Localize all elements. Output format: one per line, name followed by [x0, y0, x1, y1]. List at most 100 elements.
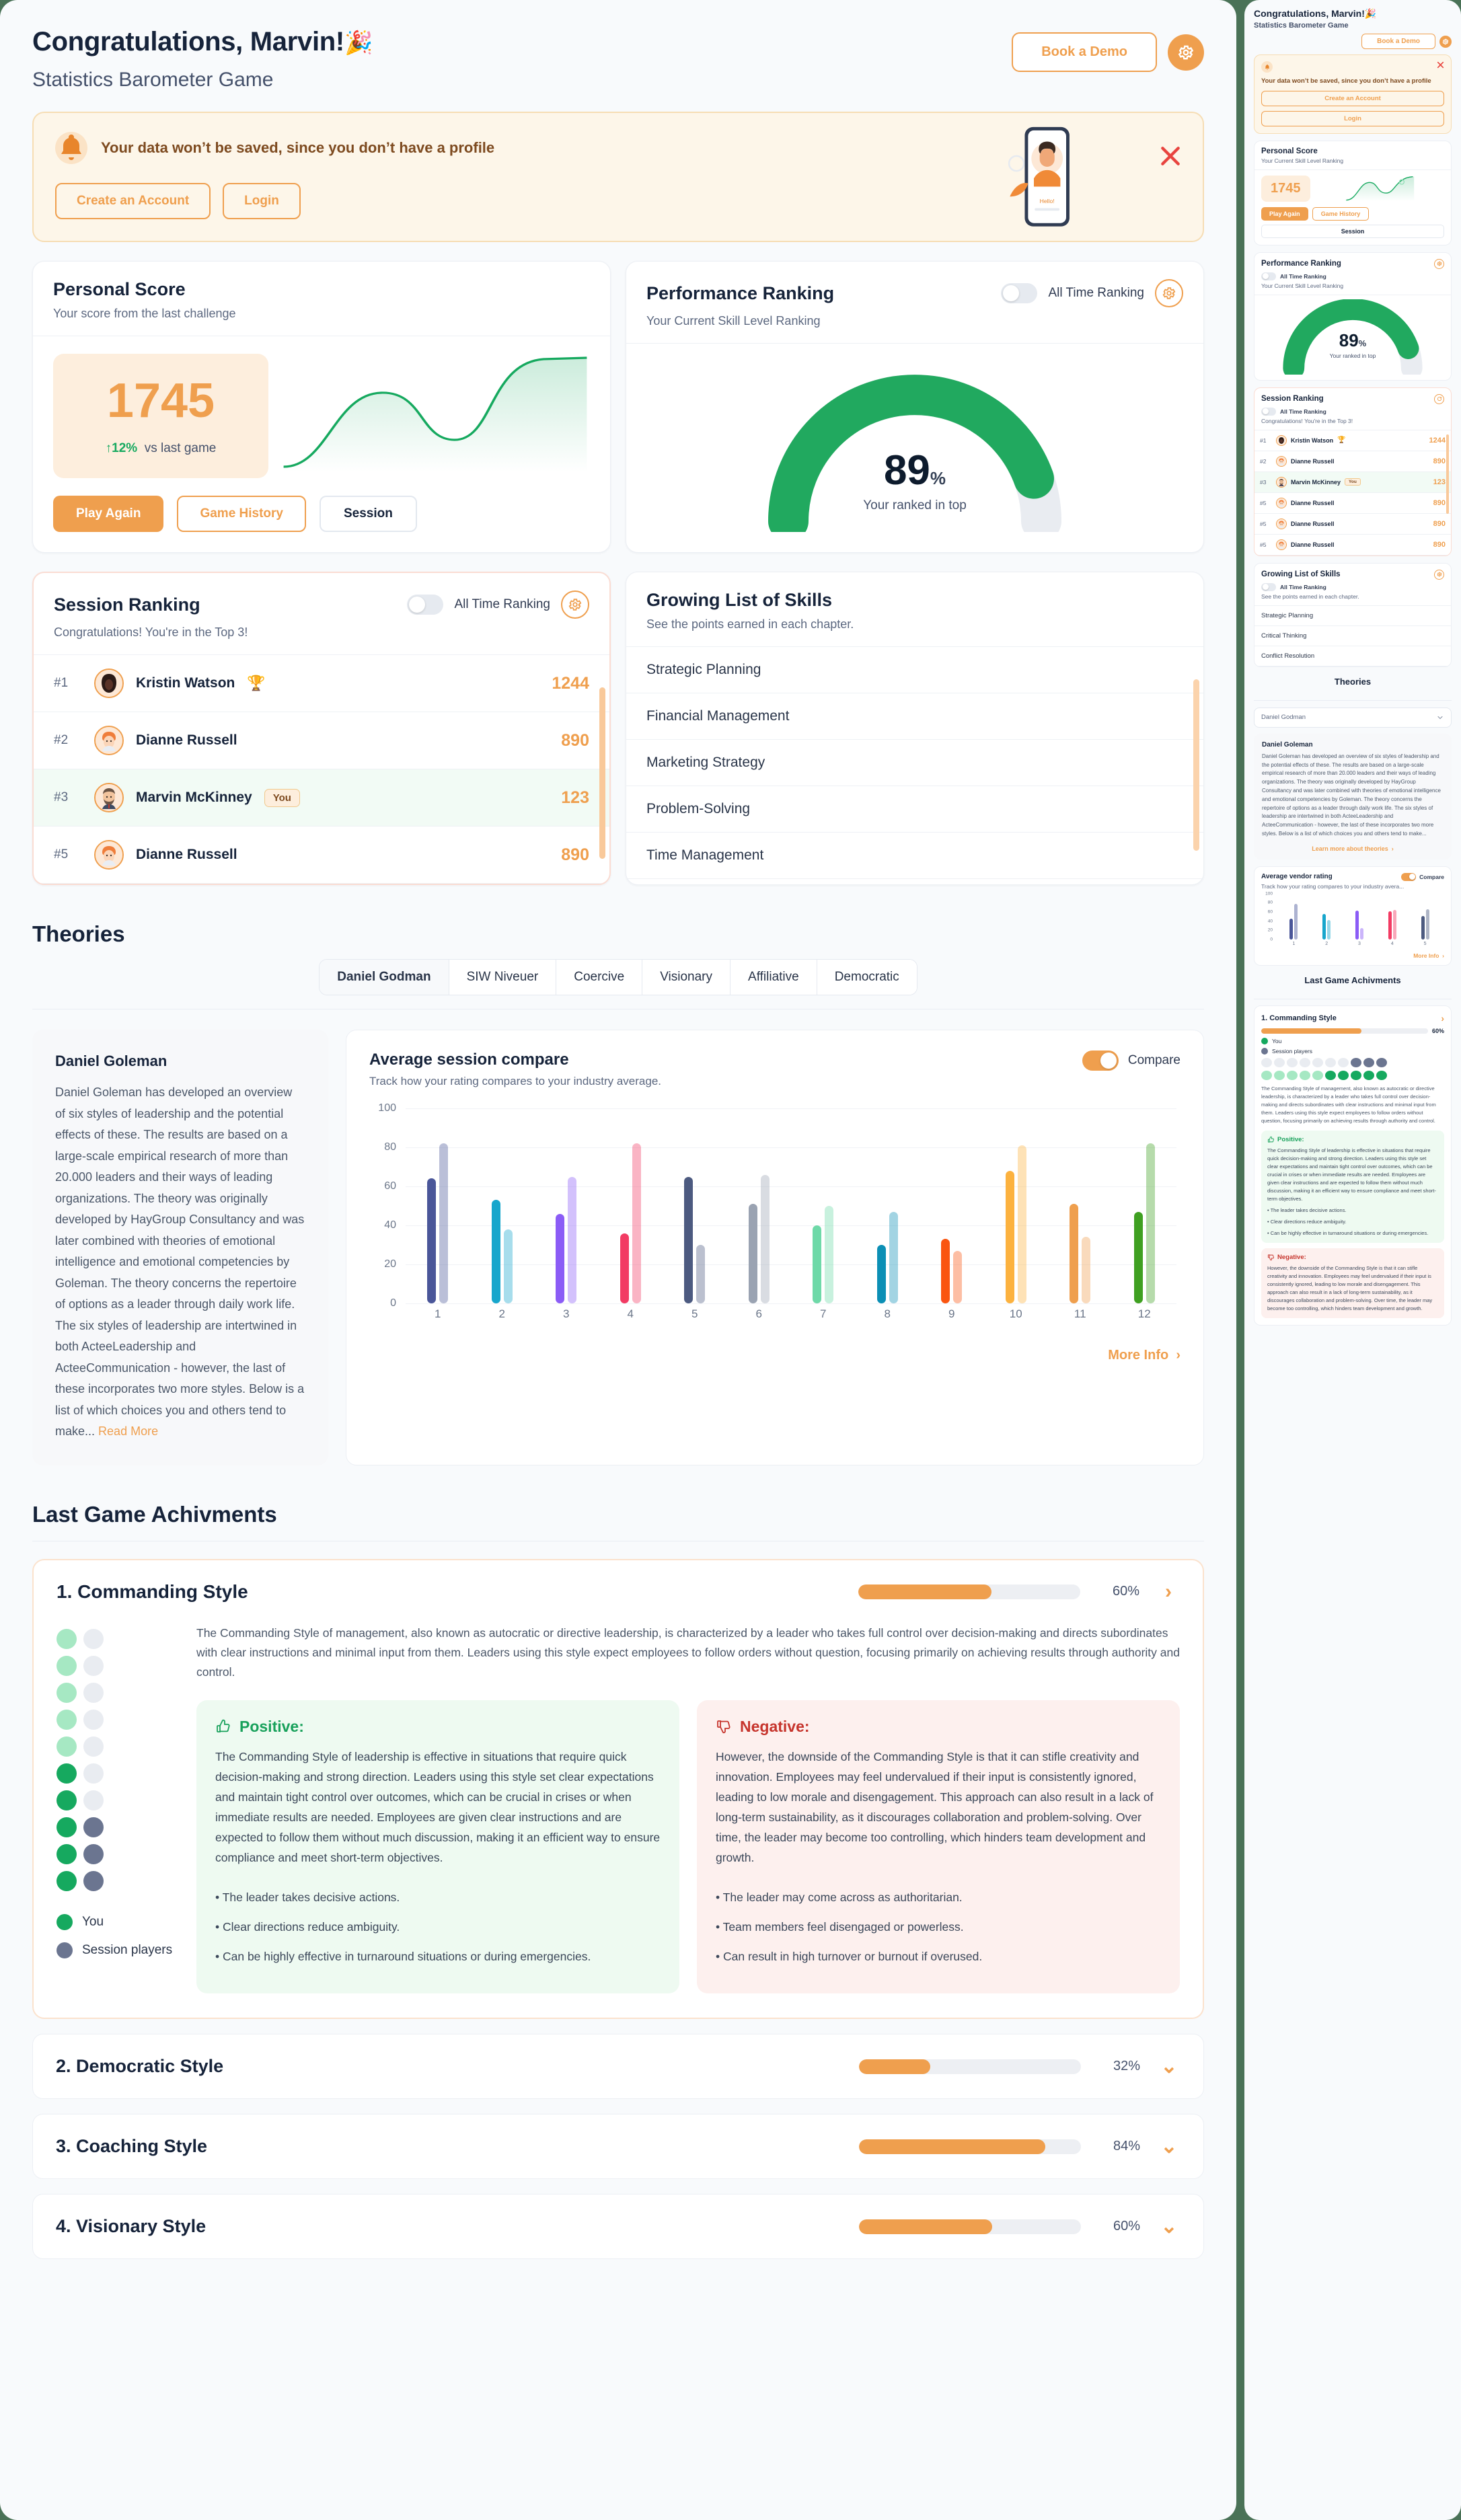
all-time-ranking-toggle[interactable]	[1001, 283, 1038, 303]
dot-player	[1274, 1057, 1285, 1067]
tab-siw-niveuer[interactable]: SIW Niveuer	[449, 960, 557, 995]
table-row[interactable]: #1 Kristin Watson 🏆 1244	[1254, 430, 1451, 451]
theory-select[interactable]: Daniel Godman	[1254, 707, 1452, 728]
achievement-header[interactable]: 1. Commanding Style 60% ›	[34, 1560, 1203, 1624]
close-icon[interactable]	[1436, 61, 1445, 69]
all-time-ranking-toggle[interactable]	[1261, 407, 1276, 416]
chevron-down-icon[interactable]: ⌄	[1158, 2055, 1181, 2078]
gear-icon[interactable]	[1434, 569, 1444, 580]
dot-row	[57, 1843, 178, 1864]
positive-panel: Positive: The Commanding Style of leader…	[196, 1700, 679, 1994]
table-row[interactable]: #3 Marvin McKinney You 123	[34, 769, 609, 827]
book-a-demo-button[interactable]: Book a Demo	[1012, 32, 1157, 72]
gear-icon[interactable]	[1434, 258, 1444, 269]
dot-you	[1351, 1070, 1361, 1080]
bar-average	[1359, 928, 1363, 940]
bar-average	[439, 1143, 449, 1303]
list-item[interactable]: Marketing Strategy	[626, 740, 1203, 786]
all-time-ranking-toggle[interactable]	[407, 595, 444, 615]
compare-toggle[interactable]	[1082, 1051, 1119, 1071]
avatar	[1276, 455, 1287, 467]
achievement-card-collapsed[interactable]: 2. Democratic Style 32% ⌄	[32, 2034, 1204, 2100]
create-account-button[interactable]: Create an Account	[55, 183, 211, 219]
login-button[interactable]: Login	[1261, 110, 1444, 126]
achievement-card-collapsed[interactable]: 4. Visionary Style 60% ⌄	[32, 2194, 1204, 2260]
progress-bar	[858, 1584, 1080, 1599]
bar-group	[1421, 894, 1429, 940]
dot-player	[83, 1790, 104, 1810]
screenshot-stage: Congratulations, Marvin!🎉 Statistics Bar…	[0, 0, 1461, 2520]
more-info-link[interactable]: More Info ›	[1261, 952, 1444, 959]
bar-you	[1322, 914, 1326, 940]
negative-bullet: • Team members feel disengaged or powerl…	[716, 1919, 964, 1934]
learn-more-link[interactable]: Learn more about theories ›	[1262, 845, 1444, 852]
list-item[interactable]: Strategic Planning	[1254, 606, 1451, 626]
progress-percent: 60%	[1431, 1027, 1444, 1034]
chevron-down-icon[interactable]: ⌄	[1158, 2215, 1181, 2238]
list-scrollbar[interactable]	[599, 687, 605, 859]
more-info-link[interactable]: More Info ›	[369, 1348, 1181, 1363]
tab-democratic[interactable]: Democratic	[817, 960, 917, 995]
dot-you	[57, 1817, 77, 1837]
play-again-button[interactable]: Play Again	[1261, 206, 1308, 221]
chevron-right-icon[interactable]: ›	[1441, 1013, 1444, 1024]
axis-tick-label: 80	[384, 1141, 396, 1153]
positive-bullets: • The leader takes decisive actions. • Cl…	[1267, 1207, 1438, 1237]
login-button[interactable]: Login	[223, 183, 301, 219]
mobile-chart-card: Average vendor rating Compare Track how …	[1254, 866, 1452, 966]
create-account-button[interactable]: Create an Account	[1261, 90, 1444, 106]
gear-icon[interactable]	[1155, 279, 1183, 307]
read-more-link[interactable]: Read More	[98, 1424, 158, 1438]
achievement-card-collapsed[interactable]: 3. Coaching Style 84% ⌄	[32, 2114, 1204, 2180]
list-item[interactable]: Financial Management	[626, 693, 1203, 740]
table-row[interactable]: #5 Dianne Russell 890	[34, 827, 609, 884]
list-scrollbar[interactable]	[1446, 434, 1449, 514]
session-button[interactable]: Session	[320, 496, 417, 532]
list-item[interactable]: Critical Thinking	[1254, 626, 1451, 646]
gauge-caption: Your ranked in top	[863, 498, 967, 512]
chevron-down-icon	[1437, 716, 1443, 720]
table-row[interactable]: #3 Marvin McKinney You 123	[1254, 471, 1451, 493]
rank-number: #3	[54, 790, 69, 804]
compare-toggle[interactable]	[1401, 872, 1417, 881]
chevron-down-icon[interactable]: ⌄	[1158, 2135, 1181, 2158]
no-profile-alert: Your data won’t be saved, since you don’…	[32, 112, 1204, 242]
tab-coercive[interactable]: Coercive	[556, 960, 643, 995]
list-scrollbar[interactable]	[1193, 679, 1199, 851]
refresh-icon[interactable]	[1434, 393, 1444, 404]
list-item[interactable]: Problem-Solving	[626, 786, 1203, 833]
table-row[interactable]: #5 Dianne Russell 890	[1254, 514, 1451, 535]
table-row[interactable]: #5 Dianne Russell 890	[1254, 493, 1451, 514]
mobile-session-ranking-card: Session Ranking All Time Ranking Congrat…	[1254, 387, 1452, 556]
gear-icon[interactable]	[561, 590, 589, 619]
axis-tick-label: 6	[755, 1307, 762, 1320]
game-history-button[interactable]: Game History	[177, 496, 306, 532]
bar-you	[1070, 1204, 1079, 1303]
tab-daniel-godman[interactable]: Daniel Godman	[320, 960, 449, 995]
negative-label: Negative:	[740, 1717, 810, 1735]
progress-percent: 84%	[1113, 2139, 1140, 2154]
table-row[interactable]: #2 Dianne Russell 890	[1254, 451, 1451, 472]
tab-visionary[interactable]: Visionary	[642, 960, 731, 995]
close-icon[interactable]	[1157, 143, 1184, 169]
positive-label: Positive:	[239, 1717, 304, 1735]
axis-tick-label: 8	[884, 1307, 891, 1320]
session-button[interactable]: Session	[1261, 224, 1444, 238]
play-again-button[interactable]: Play Again	[53, 496, 164, 532]
tab-affiliative[interactable]: Affiliative	[730, 960, 817, 995]
table-row[interactable]: #2 Dianne Russell 890	[34, 712, 609, 769]
all-time-ranking-toggle[interactable]	[1261, 582, 1276, 591]
list-item[interactable]: Strategic Planning	[626, 647, 1203, 693]
all-time-ranking-toggle[interactable]	[1261, 272, 1276, 280]
dot-you	[57, 1763, 77, 1784]
mobile-performance-ranking-card: Performance Ranking All Time Ranking You…	[1254, 252, 1452, 381]
game-history-button[interactable]: Game History	[1312, 206, 1370, 221]
chevron-right-icon[interactable]: ›	[1157, 1580, 1180, 1603]
gear-icon[interactable]	[1439, 35, 1452, 48]
table-row[interactable]: #5 Dianne Russell 890	[1254, 535, 1451, 556]
book-a-demo-button[interactable]: Book a Demo	[1361, 34, 1435, 49]
list-item[interactable]: Time Management	[626, 833, 1203, 879]
table-row[interactable]: #1 Kristin Watson 🏆 1244	[34, 655, 609, 712]
list-item[interactable]: Conflict Resolution	[1254, 646, 1451, 666]
gear-icon[interactable]	[1168, 34, 1204, 71]
